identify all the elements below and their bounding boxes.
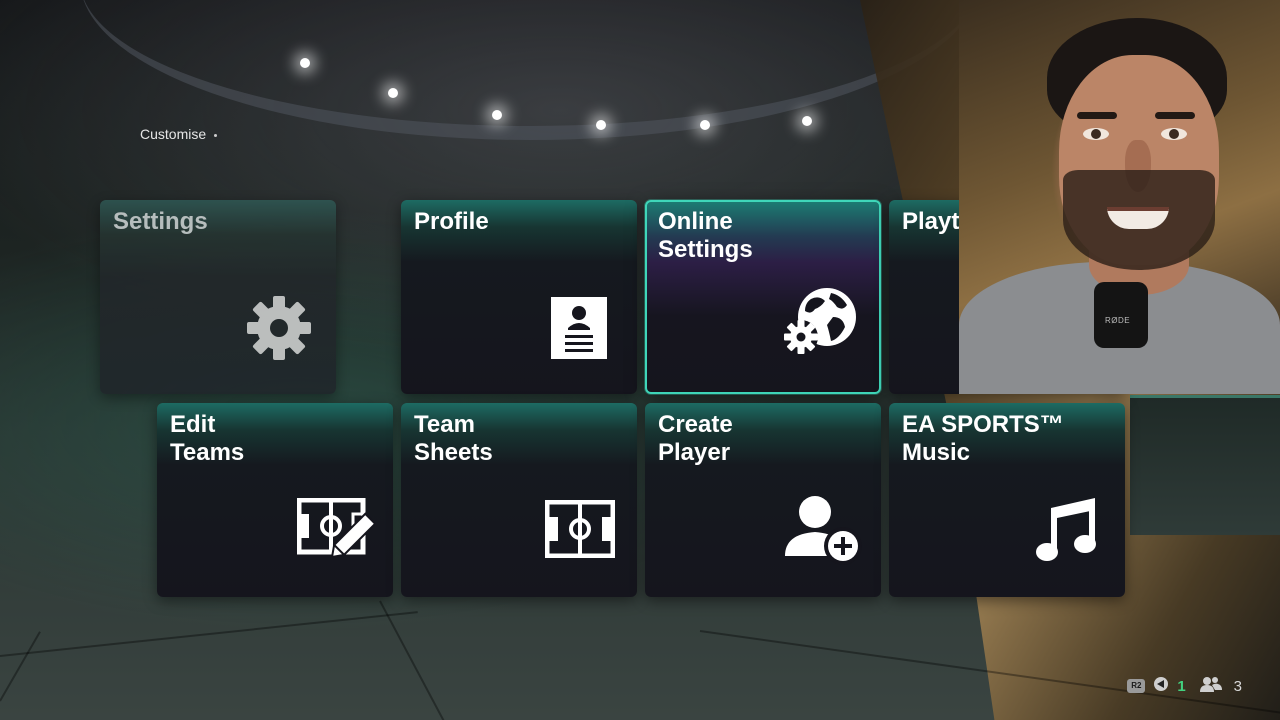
tile-title: EA SPORTS™ Music (902, 411, 1064, 466)
floor-line (0, 631, 41, 702)
webcam-brow (1077, 112, 1117, 119)
pitch-icon (544, 499, 616, 563)
stadium-light (700, 120, 710, 130)
music-note-icon (1035, 496, 1099, 567)
stadium-light (596, 120, 606, 130)
friends-count: 3 (1233, 677, 1242, 695)
stadium-light (492, 110, 502, 120)
tile-ea-sports-music[interactable]: EA SPORTS™ Music (889, 403, 1125, 597)
breadcrumb-label: Customise (140, 126, 207, 142)
webcam-brow (1155, 112, 1195, 119)
breadcrumb-dot (214, 133, 218, 137)
tile-team-sheets[interactable]: Team Sheets (401, 403, 637, 597)
tile-title: Edit Teams (170, 411, 245, 466)
wall-panel (1130, 395, 1280, 535)
tile-title: Settings (113, 208, 208, 235)
status-bar: R2 1 3 (1127, 676, 1242, 696)
tile-online-settings[interactable]: Online Settings (645, 200, 881, 394)
tile-title: Profile (414, 208, 489, 235)
notification-count: 1 (1177, 677, 1186, 695)
floor-line (0, 611, 418, 657)
webcam-eye (1161, 128, 1187, 140)
gear-icon (246, 295, 312, 366)
friends-icon (1199, 676, 1222, 696)
tile-profile[interactable]: Profile (401, 200, 637, 394)
pitch-edit-icon (296, 497, 377, 569)
microphone-label: RØDE (1105, 316, 1131, 325)
tile-title: Team Sheets (414, 411, 493, 466)
webcam-overlay: RØDE (959, 0, 1280, 394)
microphone (1094, 282, 1148, 348)
notification-icon (1153, 676, 1169, 696)
stadium-light (388, 88, 398, 98)
tile-settings[interactable]: Settings (100, 200, 336, 394)
stadium-light (300, 58, 310, 68)
tile-title: Create Player (658, 411, 733, 466)
stadium-light (802, 116, 812, 126)
globe-gear-icon (781, 287, 859, 364)
tile-edit-teams[interactable]: Edit Teams (157, 403, 393, 597)
r2-button-icon: R2 (1127, 679, 1146, 693)
breadcrumb: Customise (140, 126, 218, 142)
add-person-icon (785, 494, 863, 571)
tile-title: Online Settings (658, 208, 753, 263)
floor-line (379, 600, 456, 720)
profile-card-icon (551, 297, 607, 364)
tile-create-player[interactable]: Create Player (645, 403, 881, 597)
stadium-roof (80, 0, 980, 140)
webcam-eye (1083, 128, 1109, 140)
